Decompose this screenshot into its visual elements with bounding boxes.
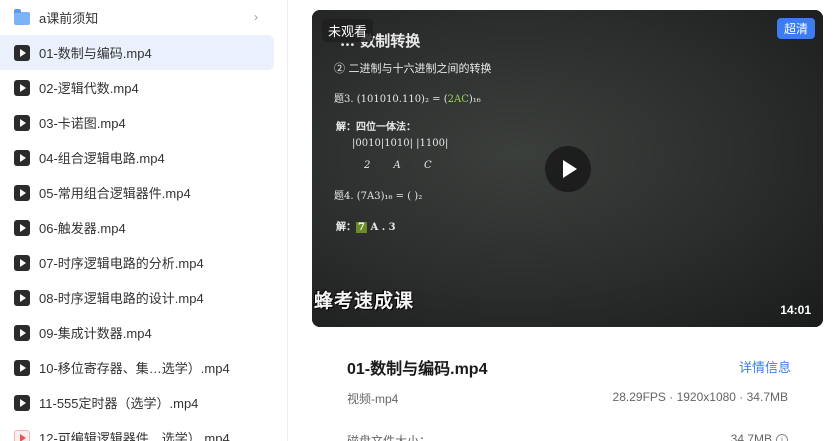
file-meta: 28.29FPS · 1920x1080 · 34.7MB xyxy=(612,390,788,404)
unwatched-badge: 未观看 xyxy=(322,19,374,42)
board-hex-digits: 2 A C xyxy=(364,160,432,171)
file-list-item-label: 08-时序逻辑电路的设计.mp4 xyxy=(39,291,204,306)
video-icon xyxy=(14,184,30,201)
play-icon[interactable] xyxy=(545,146,591,192)
board-solution-2: 解： 7 A . 3 xyxy=(336,222,396,233)
file-list-sidebar: a课前须知 › 01-数制与编码.mp4 02-逻辑代数.mp4 03-卡诺图.mp4 0… xyxy=(0,0,288,441)
file-list-item-label: 04-组合逻辑电路.mp4 xyxy=(39,151,165,166)
folder-icon xyxy=(14,9,30,25)
file-list-item[interactable]: 04-组合逻辑电路.mp4 xyxy=(0,140,274,175)
video-duration: 14:01 xyxy=(780,303,811,317)
video-player[interactable]: … 数制转换 ② 二进制与十六进制之间的转换 题3. (101010.110)₂… xyxy=(312,10,823,327)
folder-item[interactable]: a课前须知 › xyxy=(0,0,274,35)
file-list-item[interactable]: 09-集成计数器.mp4 xyxy=(0,315,274,350)
disk-size-label: 磁盘文件大小： xyxy=(347,434,432,441)
board-question-3: 题3. (101010.110)₂ = (2AC)₁₆ xyxy=(334,94,481,105)
board-solution-1: 解：四位一体法： xyxy=(336,122,416,133)
file-list-item[interactable]: 05-常用组合逻辑器件.mp4 xyxy=(0,175,274,210)
file-list-item[interactable]: 12-可编辑逻辑器件…选学）.mp4 xyxy=(0,420,274,441)
video-icon xyxy=(14,394,30,411)
file-list-item-label: 11-555定时器（选学）.mp4 xyxy=(39,396,199,411)
chevron-right-icon[interactable]: › xyxy=(254,10,258,24)
file-list-item-label: 03-卡诺图.mp4 xyxy=(39,116,126,131)
board-binary-groups: |0010|1010| |1100| xyxy=(352,138,449,149)
video-icon xyxy=(14,254,30,271)
file-list-item[interactable]: 07-时序逻辑电路的分析.mp4 xyxy=(0,245,274,280)
file-list-item-label: 05-常用组合逻辑器件.mp4 xyxy=(39,186,191,201)
file-list-item-label: a课前须知 xyxy=(39,11,99,26)
quality-badge[interactable]: 超清 xyxy=(776,18,815,39)
file-list-item[interactable]: 11-555定时器（选学）.mp4 xyxy=(0,385,274,420)
file-list-item[interactable]: 02-逻辑代数.mp4 xyxy=(0,70,274,105)
file-list-item[interactable]: 06-触发器.mp4 xyxy=(0,210,274,245)
video-icon xyxy=(14,289,30,306)
file-list-item[interactable]: 03-卡诺图.mp4 xyxy=(0,105,274,140)
video-icon xyxy=(14,149,30,166)
disk-size-value: 34.7MB i xyxy=(731,432,788,441)
file-title: 01-数制与编码.mp4 xyxy=(347,361,488,378)
file-list-item[interactable]: 08-时序逻辑电路的设计.mp4 xyxy=(0,280,274,315)
video-icon xyxy=(14,114,30,131)
video-icon xyxy=(14,324,30,341)
file-list-item-label: 01-数制与编码.mp4 xyxy=(39,46,152,61)
file-list-item-label: 06-触发器.mp4 xyxy=(39,221,126,236)
board-question-4: 题4. (7A3)₁₆ = ( )₂ xyxy=(334,191,423,202)
watermark: 蜂考速成课 xyxy=(314,290,415,312)
video-icon xyxy=(14,219,30,236)
file-type: 视频-mp4 xyxy=(347,392,399,406)
file-list-item[interactable]: 01-数制与编码.mp4 xyxy=(0,35,274,70)
video-icon xyxy=(14,359,30,376)
video-icon xyxy=(14,79,30,96)
video-icon xyxy=(14,44,30,61)
info-icon[interactable]: i xyxy=(776,434,788,441)
file-list-item[interactable]: 10-移位寄存器、集…选学）.mp4 xyxy=(0,350,274,385)
board-subtitle: ② 二进制与十六进制之间的转换 xyxy=(334,62,492,75)
file-list-item-label: 02-逻辑代数.mp4 xyxy=(39,81,139,96)
file-list-item-label: 10-移位寄存器、集…选学）.mp4 xyxy=(39,361,230,376)
file-list-item-label: 12-可编辑逻辑器件…选学）.mp4 xyxy=(39,431,230,441)
file-list-item-label: 09-集成计数器.mp4 xyxy=(39,326,152,341)
detail-info-link[interactable]: 详情信息 xyxy=(739,357,791,376)
file-list-item-label: 07-时序逻辑电路的分析.mp4 xyxy=(39,256,204,271)
video-icon xyxy=(14,429,30,441)
